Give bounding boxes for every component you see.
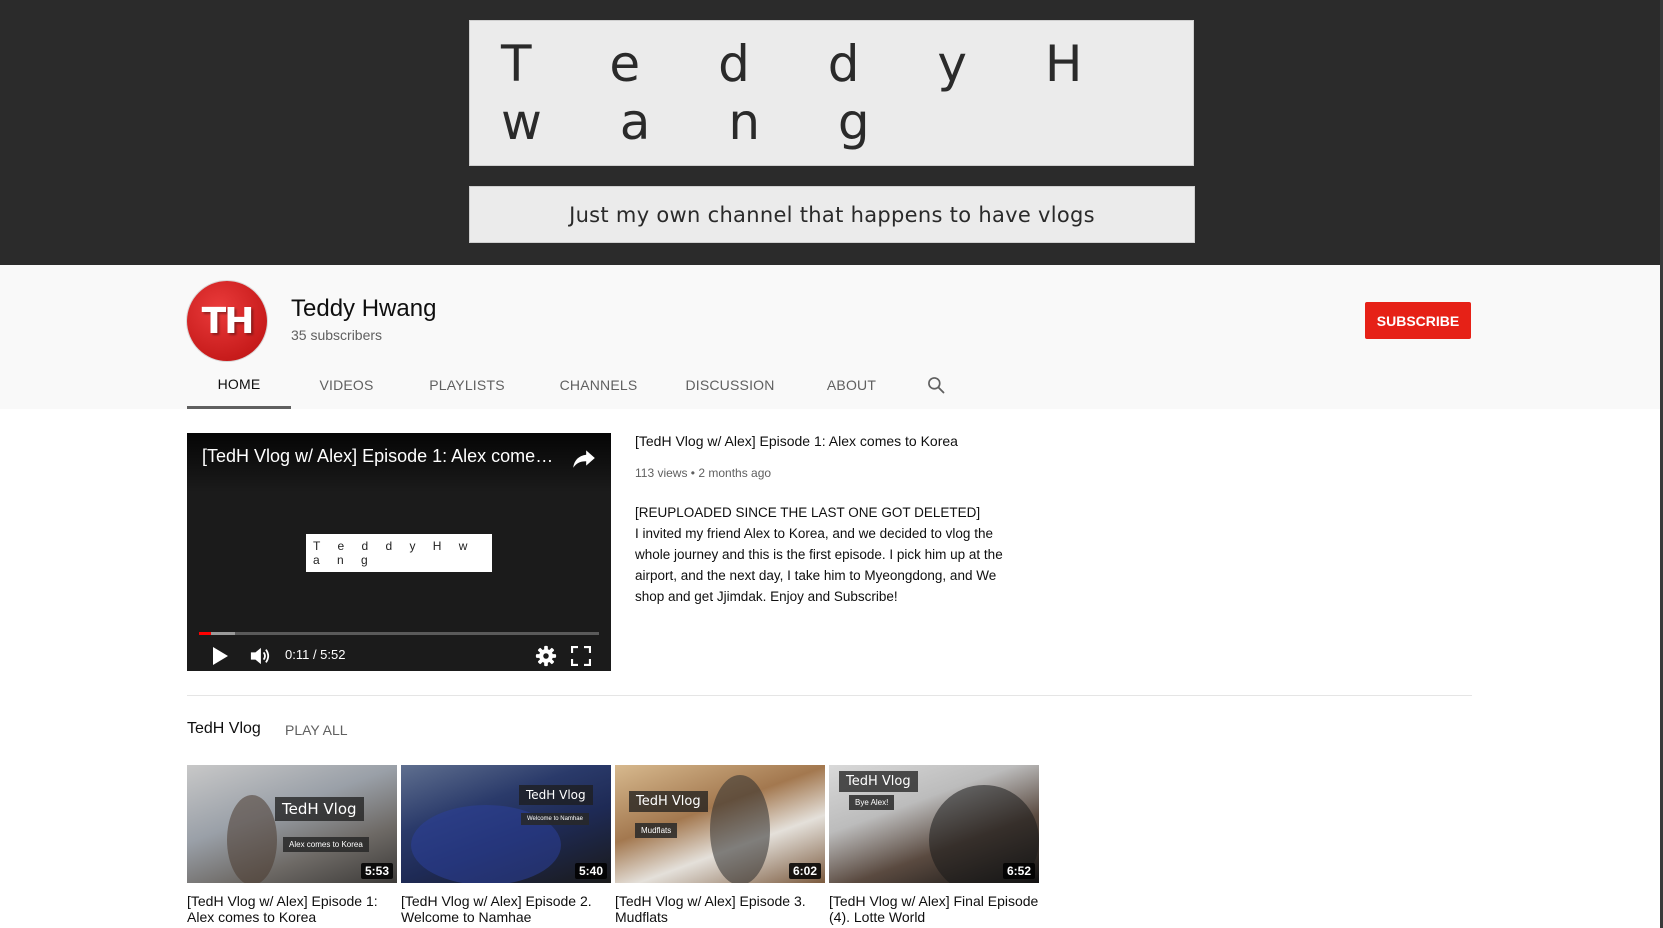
fullscreen-icon[interactable] — [571, 646, 591, 666]
tab-channels[interactable]: CHANNELS — [532, 361, 665, 409]
subscriber-count: 35 subscribers — [291, 327, 383, 343]
progress-bar[interactable] — [199, 632, 599, 635]
video-duration: 5:40 — [574, 863, 607, 879]
thumbnail-badge: TedH Vlog — [275, 797, 364, 821]
channel-header: TH Teddy Hwang 35 subscribers SUBSCRIBE … — [0, 265, 1660, 409]
channel-banner: T e d d y H w a n g Just my own channel … — [0, 0, 1663, 265]
featured-video-title[interactable]: [TedH Vlog w/ Alex] Episode 1: Alex come… — [635, 432, 1025, 450]
thumbnail-figure — [227, 795, 277, 883]
video-duration: 6:52 — [1002, 863, 1035, 879]
thumbnail-subtitle: Welcome to Namhae — [521, 813, 589, 825]
thumbnail-badge: TedH Vlog — [839, 771, 918, 792]
featured-video-meta: 113 views • 2 months ago — [635, 466, 772, 480]
section-divider — [187, 695, 1472, 696]
banner-title-box: T e d d y H w a n g — [469, 20, 1194, 166]
video-duration: 6:02 — [788, 863, 821, 879]
description-line: [REUPLOADED SINCE THE LAST ONE GOT DELET… — [635, 505, 981, 520]
featured-video-description: [REUPLOADED SINCE THE LAST ONE GOT DELET… — [635, 502, 1025, 607]
shelf-title[interactable]: TedH Vlog — [187, 720, 261, 738]
video-thumbnail[interactable]: TedH Vlog Mudflats 6:02 — [615, 765, 825, 883]
video-duration: 5:53 — [360, 863, 393, 879]
video-title[interactable]: [TedH Vlog w/ Alex] Episode 3. Mudflats — [615, 893, 825, 925]
thumbnail-subtitle: Alex comes to Korea — [283, 837, 369, 852]
thumbnail-figure — [710, 775, 770, 883]
video-title[interactable]: [TedH Vlog w/ Alex] Episode 2. Welcome t… — [401, 893, 611, 925]
tab-home[interactable]: HOME — [187, 361, 291, 409]
channel-name: Teddy Hwang — [291, 295, 437, 322]
share-icon[interactable] — [571, 445, 597, 471]
subscribe-button[interactable]: SUBSCRIBE — [1365, 302, 1471, 339]
tab-search[interactable] — [908, 361, 964, 409]
video-card[interactable]: TedH Vlog Welcome to Namhae 5:40 [TedH V… — [401, 765, 611, 925]
tab-playlists[interactable]: PLAYLISTS — [402, 361, 532, 409]
video-card[interactable]: TedH Vlog Mudflats 6:02 [TedH Vlog w/ Al… — [615, 765, 825, 925]
video-logo-text: T e d d y H w a n g — [313, 539, 475, 567]
thumbnail-badge: TedH Vlog — [629, 791, 708, 812]
tab-about[interactable]: ABOUT — [795, 361, 908, 409]
video-thumbnail[interactable]: TedH Vlog Welcome to Namhae 5:40 — [401, 765, 611, 883]
banner-title: T e d d y H w a n g — [501, 35, 1114, 151]
tab-discussion[interactable]: DISCUSSION — [665, 361, 795, 409]
video-thumbnail[interactable]: TedH Vlog Bye Alex! 6:52 — [829, 765, 1039, 883]
search-icon — [928, 377, 945, 394]
video-logo-card: T e d d y H w a n g — [306, 534, 492, 572]
banner-tagline-box: Just my own channel that happens to have… — [469, 186, 1195, 243]
thumbnail-subtitle: Bye Alex! — [849, 795, 895, 810]
banner-tagline: Just my own channel that happens to have… — [569, 202, 1095, 227]
volume-icon[interactable] — [249, 646, 271, 666]
thumbnail-subtitle: Mudflats — [635, 823, 678, 838]
featured-video-player[interactable]: [TedH Vlog w/ Alex] Episode 1: Alex come… — [187, 433, 611, 671]
channel-avatar[interactable]: TH — [187, 281, 267, 361]
gear-icon[interactable] — [535, 645, 557, 667]
description-line: I invited my friend Alex to Korea, and w… — [635, 526, 1003, 604]
player-title[interactable]: [TedH Vlog w/ Alex] Episode 1: Alex come… — [202, 446, 562, 467]
video-title[interactable]: [TedH Vlog w/ Alex] Final Episode (4). L… — [829, 893, 1039, 925]
play-icon[interactable] — [211, 646, 229, 666]
video-shelf: TedH Vlog Alex comes to Korea 5:53 [TedH… — [187, 765, 1039, 925]
channel-tabs: HOME VIDEOS PLAYLISTS CHANNELS DISCUSSIO… — [187, 361, 964, 409]
avatar-initials: TH — [201, 300, 255, 342]
video-card[interactable]: TedH Vlog Bye Alex! 6:52 [TedH Vlog w/ A… — [829, 765, 1039, 925]
progress-fill — [199, 632, 212, 635]
featured-video-info: [TedH Vlog w/ Alex] Episode 1: Alex come… — [635, 432, 1025, 607]
thumbnail-badge: TedH Vlog — [519, 785, 593, 805]
video-thumbnail[interactable]: TedH Vlog Alex comes to Korea 5:53 — [187, 765, 397, 883]
play-all-button[interactable]: PLAY ALL — [285, 722, 348, 738]
time-readout: 0:11 / 5:52 — [285, 647, 346, 662]
tab-videos[interactable]: VIDEOS — [291, 361, 402, 409]
video-card[interactable]: TedH Vlog Alex comes to Korea 5:53 [TedH… — [187, 765, 397, 925]
video-title[interactable]: [TedH Vlog w/ Alex] Episode 1: Alex come… — [187, 893, 397, 925]
